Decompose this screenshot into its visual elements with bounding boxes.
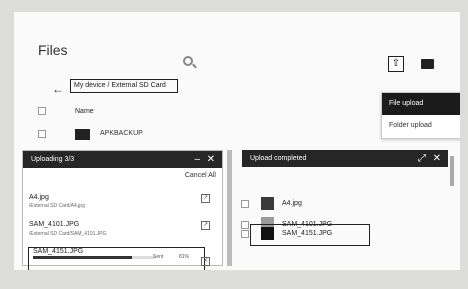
- upload-completed-title: Upload completed: [250, 155, 307, 162]
- menu-item-file-upload[interactable]: File upload: [382, 93, 460, 115]
- image-thumbnail: [261, 227, 274, 240]
- uploading-panel-header: Uploading 3/3 – ✕: [23, 151, 222, 168]
- upload-menu: File upload Folder upload: [381, 92, 460, 139]
- upload-progress-bar: [33, 256, 155, 259]
- upload-file-name: A4.jpg: [29, 194, 49, 201]
- upload-file-name: SAM_4101.JPG: [29, 221, 80, 228]
- row-checkbox[interactable]: [38, 130, 46, 138]
- row-checkbox[interactable]: [241, 221, 249, 229]
- upload-progress-label: Sent: [153, 254, 164, 260]
- open-icon[interactable]: ↗: [201, 194, 210, 203]
- breadcrumb[interactable]: My device / External SD Card: [70, 79, 178, 93]
- menu-item-folder-upload[interactable]: Folder upload: [382, 115, 460, 137]
- panel-divider: [227, 150, 232, 266]
- zoom-icon[interactable]: [183, 56, 193, 66]
- back-arrow-icon[interactable]: ←: [52, 82, 64, 96]
- upload-file-name: SAM_4151.JPG: [33, 248, 84, 255]
- close-icon[interactable]: ✕: [433, 150, 441, 167]
- cancel-all-button[interactable]: Cancel All: [185, 172, 216, 179]
- upload-file-path: /External SD Card/SAM_4101.JPG: [29, 231, 107, 237]
- uploading-title: Uploading 3/3: [31, 156, 75, 163]
- file-manager-page: Files ⇧ ← My device / External SD Card F…: [14, 12, 460, 270]
- scrollbar[interactable]: [450, 156, 454, 186]
- upload-button[interactable]: ⇧: [388, 56, 404, 72]
- page-title: Files: [38, 42, 68, 58]
- upload-progress-percent: 81%: [179, 254, 190, 260]
- file-name[interactable]: SAM_4151.JPG: [282, 230, 332, 237]
- folder-icon: [75, 129, 90, 140]
- folder-name[interactable]: APKBACKUP: [100, 130, 143, 137]
- upload-file-path: /External SD Card/A4.jpg: [29, 203, 85, 209]
- row-checkbox[interactable]: [241, 200, 249, 208]
- minimize-icon[interactable]: –: [194, 151, 200, 168]
- upload-completed-panel: Upload completed ⤢ ✕: [242, 150, 448, 167]
- row-checkbox[interactable]: [241, 230, 249, 238]
- folder-icon[interactable]: [421, 59, 434, 69]
- close-icon[interactable]: ✕: [207, 151, 215, 168]
- upload-icon: ⇧: [391, 58, 401, 69]
- uploading-panel: Uploading 3/3 – ✕ Cancel All A4.jpg /Ext…: [22, 150, 223, 270]
- upload-progress-fill: [33, 256, 132, 259]
- file-name[interactable]: A4.jpg: [282, 200, 302, 207]
- open-icon[interactable]: ↗: [201, 221, 210, 230]
- select-all-checkbox[interactable]: [38, 107, 46, 115]
- image-thumbnail: [261, 197, 274, 210]
- column-header-name: Name: [75, 108, 94, 115]
- expand-icon[interactable]: ⤢: [418, 150, 426, 167]
- upload-completed-header: Upload completed ⤢ ✕: [242, 150, 448, 167]
- cancel-upload-icon[interactable]: ✕: [201, 257, 210, 266]
